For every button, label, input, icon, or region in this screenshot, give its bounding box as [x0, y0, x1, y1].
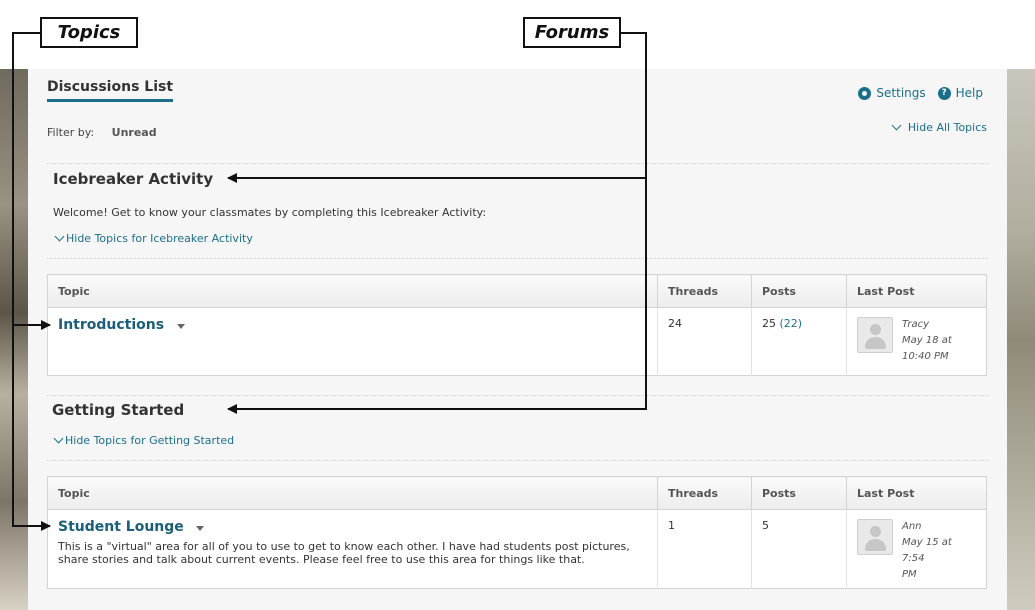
page-title: Discussions List	[47, 79, 174, 102]
topics-table-icebreaker: Topic Threads Posts Last Post Introducti…	[47, 274, 987, 376]
unread-count-link[interactable]: (22)	[780, 317, 803, 330]
filter-unread[interactable]: Unread	[112, 126, 157, 139]
hide-topics-label: Hide Topics for Getting Started	[65, 434, 235, 447]
posts-count: 5	[762, 519, 769, 532]
top-links: Settings ? Help	[858, 86, 983, 100]
last-post-time: 10:40 PM	[902, 351, 949, 362]
help-link[interactable]: ? Help	[937, 86, 983, 100]
posts-cell: 25 (22)	[751, 307, 847, 376]
avatar-icon	[857, 317, 893, 353]
hide-topics-getting-started-link[interactable]: Hide Topics for Getting Started	[53, 433, 235, 447]
filter-bar: Filter by: Unread	[47, 126, 157, 139]
col-header-topic: Topic	[47, 274, 658, 308]
col-header-last-post: Last Post	[846, 476, 987, 510]
posts-count: 25	[762, 317, 776, 330]
topic-cell: Introductions	[47, 307, 658, 376]
chevron-down-icon	[54, 231, 65, 242]
topic-description: This is a "virtual" area for all of you …	[58, 540, 630, 566]
forum-title-getting-started[interactable]: Getting Started	[52, 401, 184, 419]
table-row: Introductions 24 25 (22) Tracy May 18 at…	[47, 307, 987, 376]
hide-topics-icebreaker-link[interactable]: Hide Topics for Icebreaker Activity	[54, 231, 253, 245]
callout-topics: Topics	[40, 17, 138, 48]
settings-link[interactable]: Settings	[858, 86, 926, 100]
col-header-last-post: Last Post	[846, 274, 987, 308]
last-post-date: May 15 at 7:54	[902, 537, 952, 564]
callout-forums: Forums	[523, 17, 621, 48]
topic-cell: Student Lounge This is a "virtual" area …	[47, 509, 658, 589]
discussions-panel: Discussions List Settings ? Help Filter …	[28, 69, 1007, 610]
last-post-time: PM	[902, 569, 917, 580]
avatar-icon	[857, 519, 893, 555]
divider	[47, 460, 988, 461]
divider	[47, 395, 988, 396]
col-header-threads: Threads	[657, 274, 752, 308]
posts-cell: 5	[751, 509, 847, 589]
col-header-posts: Posts	[751, 476, 847, 510]
dropdown-arrow-icon[interactable]	[176, 323, 185, 329]
filter-label: Filter by:	[47, 126, 95, 139]
background-photo-right	[1007, 69, 1035, 610]
topics-table-getting-started: Topic Threads Posts Last Post Student Lo…	[47, 476, 987, 589]
topic-link-student-lounge[interactable]: Student Lounge	[58, 519, 184, 535]
hide-topics-label: Hide Topics for Icebreaker Activity	[66, 232, 253, 245]
threads-count: 24	[657, 307, 752, 376]
forum-description: Welcome! Get to know your classmates by …	[53, 206, 487, 219]
table-row: Student Lounge This is a "virtual" area …	[47, 509, 987, 589]
help-icon: ?	[937, 86, 951, 100]
divider	[47, 163, 988, 164]
gear-icon	[858, 86, 872, 100]
last-post-author: Tracy	[902, 319, 929, 330]
forum-title-icebreaker[interactable]: Icebreaker Activity	[53, 170, 213, 188]
chevron-down-icon	[53, 433, 64, 444]
chevron-down-icon	[891, 120, 902, 131]
col-header-posts: Posts	[751, 274, 847, 308]
last-post-author: Ann	[902, 521, 922, 532]
topic-link-introductions[interactable]: Introductions	[58, 317, 164, 333]
last-post-cell: Tracy May 18 at 10:40 PM	[847, 308, 987, 376]
hide-all-topics-link[interactable]: Hide All Topics	[891, 120, 987, 134]
last-post-cell: Ann May 15 at 7:54 PM	[847, 510, 987, 589]
col-header-topic: Topic	[47, 476, 658, 510]
dropdown-arrow-icon[interactable]	[196, 525, 205, 531]
help-label: Help	[955, 86, 983, 100]
threads-count: 1	[657, 509, 752, 589]
last-post-date: May 18 at	[902, 335, 952, 346]
divider	[47, 258, 988, 259]
background-photo-left	[0, 69, 28, 610]
col-header-threads: Threads	[657, 476, 752, 510]
settings-label: Settings	[876, 86, 926, 100]
hide-all-label: Hide All Topics	[907, 121, 987, 134]
